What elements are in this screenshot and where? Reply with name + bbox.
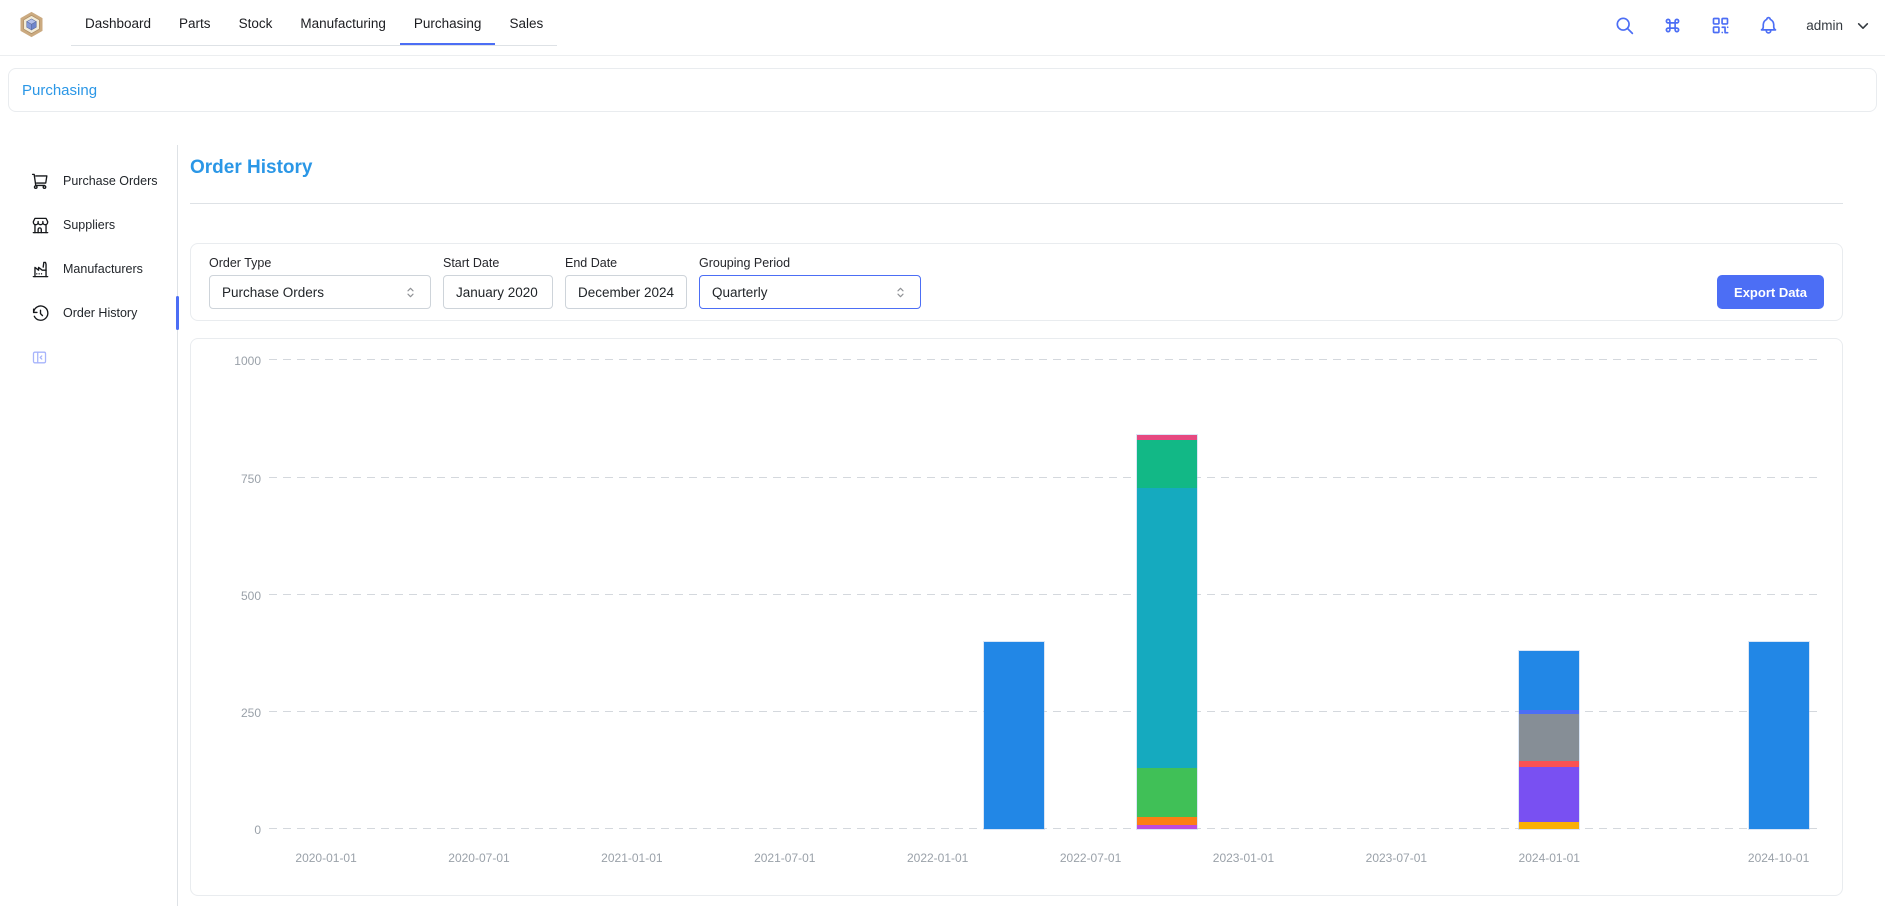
- gridline-500: [269, 594, 1820, 595]
- x-axis-label: 2024-01-01: [1519, 851, 1580, 865]
- tab-sales[interactable]: Sales: [495, 4, 557, 45]
- x-axis-label: 2022-01-01: [907, 851, 968, 865]
- bar-segment[interactable]: [1519, 822, 1579, 829]
- stacked-bar-2022-04-01[interactable]: [984, 642, 1044, 829]
- y-axis-label: 750: [201, 472, 261, 486]
- title-divider: [190, 203, 1843, 204]
- sidebar-item-label: Order History: [63, 306, 137, 320]
- x-axis-label: 2021-01-01: [601, 851, 662, 865]
- gridline-250: [269, 711, 1820, 712]
- tab-purchasing[interactable]: Purchasing: [400, 4, 496, 45]
- gridline-750: [269, 477, 1820, 478]
- bar-segment[interactable]: [1519, 767, 1579, 821]
- tab-stock[interactable]: Stock: [225, 4, 287, 45]
- order-type-value: Purchase Orders: [222, 285, 324, 300]
- user-menu[interactable]: admin: [1806, 18, 1871, 34]
- x-axis-label: 2020-01-01: [295, 851, 356, 865]
- x-axis-label: 2022-07-01: [1060, 851, 1121, 865]
- sidebar-item-label: Manufacturers: [63, 262, 143, 276]
- bar-segment[interactable]: [1519, 714, 1579, 761]
- app-logo-icon[interactable]: [18, 11, 45, 38]
- x-axis-label: 2023-01-01: [1213, 851, 1274, 865]
- tab-manufacturing[interactable]: Manufacturing: [286, 4, 400, 45]
- breadcrumb-purchasing-link[interactable]: Purchasing: [22, 82, 97, 99]
- tab-parts[interactable]: Parts: [165, 4, 225, 45]
- gridline-0: [269, 828, 1820, 829]
- chevron-down-icon: [1855, 18, 1871, 34]
- page-title: Order History: [190, 157, 1843, 179]
- qrcode-scan-icon[interactable]: [1710, 15, 1731, 36]
- chart-plot-area: 025050075010002020-01-012020-07-012021-0…: [274, 353, 1820, 829]
- end-date-field: End Date: [565, 256, 687, 309]
- sidebar-item-manufacturers[interactable]: Manufacturers: [0, 247, 177, 291]
- gridline-1000: [269, 359, 1820, 360]
- start-date-label: Start Date: [443, 256, 553, 270]
- bar-segment[interactable]: [1519, 651, 1579, 711]
- x-axis-label: 2020-07-01: [448, 851, 509, 865]
- tab-dashboard[interactable]: Dashboard: [71, 4, 165, 45]
- selector-icon: [893, 285, 908, 300]
- bar-segment[interactable]: [1137, 488, 1197, 768]
- y-axis-label: 0: [201, 823, 261, 837]
- end-date-input[interactable]: [578, 285, 674, 300]
- end-date-label: End Date: [565, 256, 687, 270]
- start-date-input[interactable]: [456, 285, 540, 300]
- bar-segment[interactable]: [1137, 825, 1197, 829]
- building-store-icon: [31, 216, 50, 235]
- sidebar-collapse-icon[interactable]: [31, 349, 48, 366]
- sidebar-item-suppliers[interactable]: Suppliers: [0, 203, 177, 247]
- y-axis-label: 1000: [201, 354, 261, 368]
- bar-segment[interactable]: [1137, 440, 1197, 488]
- sidebar-item-label: Purchase Orders: [63, 174, 157, 188]
- bar-segment[interactable]: [1749, 642, 1809, 829]
- content-panel: Order History Order Type Purchase Orders…: [178, 145, 1885, 906]
- selector-icon: [403, 285, 418, 300]
- bell-icon[interactable]: [1758, 15, 1779, 36]
- stacked-bar-2024-01-01[interactable]: [1519, 651, 1579, 830]
- bar-segment[interactable]: [1137, 768, 1197, 817]
- sidebar: Purchase Orders Suppliers Manufacturers Ord…: [0, 145, 178, 906]
- filter-bar: Order Type Purchase Orders Start Date En…: [190, 243, 1843, 321]
- factory-icon: [31, 260, 50, 279]
- x-axis-label: 2021-07-01: [754, 851, 815, 865]
- history-icon: [31, 304, 50, 323]
- x-axis-label: 2023-07-01: [1366, 851, 1427, 865]
- main-area: Purchase Orders Suppliers Manufacturers Ord…: [0, 145, 1885, 906]
- breadcrumb: Purchasing: [8, 68, 1877, 112]
- grouping-period-field: Grouping Period Quarterly: [699, 256, 921, 309]
- username: admin: [1806, 18, 1843, 33]
- order-type-field: Order Type Purchase Orders: [209, 256, 431, 309]
- grouping-period-value: Quarterly: [712, 285, 768, 300]
- order-history-chart-card: 0 250 500 750 1000 2020-01-01 2020-07-01 2021-0…: [190, 338, 1843, 896]
- start-date-field: Start Date: [443, 256, 553, 309]
- order-type-select[interactable]: Purchase Orders: [209, 275, 431, 309]
- search-icon[interactable]: [1614, 15, 1635, 36]
- x-axis-label: 2024-10-01: [1748, 851, 1809, 865]
- command-icon[interactable]: [1662, 15, 1683, 36]
- grouping-period-select[interactable]: Quarterly: [699, 275, 921, 309]
- export-data-button[interactable]: Export Data: [1717, 275, 1824, 309]
- sidebar-item-label: Suppliers: [63, 218, 115, 232]
- shopping-cart-icon: [31, 172, 50, 191]
- sidebar-item-purchase-orders[interactable]: Purchase Orders: [0, 159, 177, 203]
- grouping-period-label: Grouping Period: [699, 256, 921, 270]
- sidebar-item-order-history[interactable]: Order History: [0, 291, 177, 335]
- stacked-bar-2022-10-01[interactable]: [1137, 435, 1197, 829]
- top-navbar: DashboardPartsStockManufacturingPurchasi…: [0, 0, 1885, 56]
- stacked-bar-2024-10-01[interactable]: [1749, 642, 1809, 829]
- navbar-actions: admin: [1614, 15, 1871, 36]
- navbar-tabs: DashboardPartsStockManufacturingPurchasi…: [71, 4, 557, 46]
- bar-segment[interactable]: [1137, 817, 1197, 825]
- y-axis-label: 250: [201, 706, 261, 720]
- y-axis-label: 500: [201, 589, 261, 603]
- bar-segment[interactable]: [984, 642, 1044, 829]
- order-type-label: Order Type: [209, 256, 431, 270]
